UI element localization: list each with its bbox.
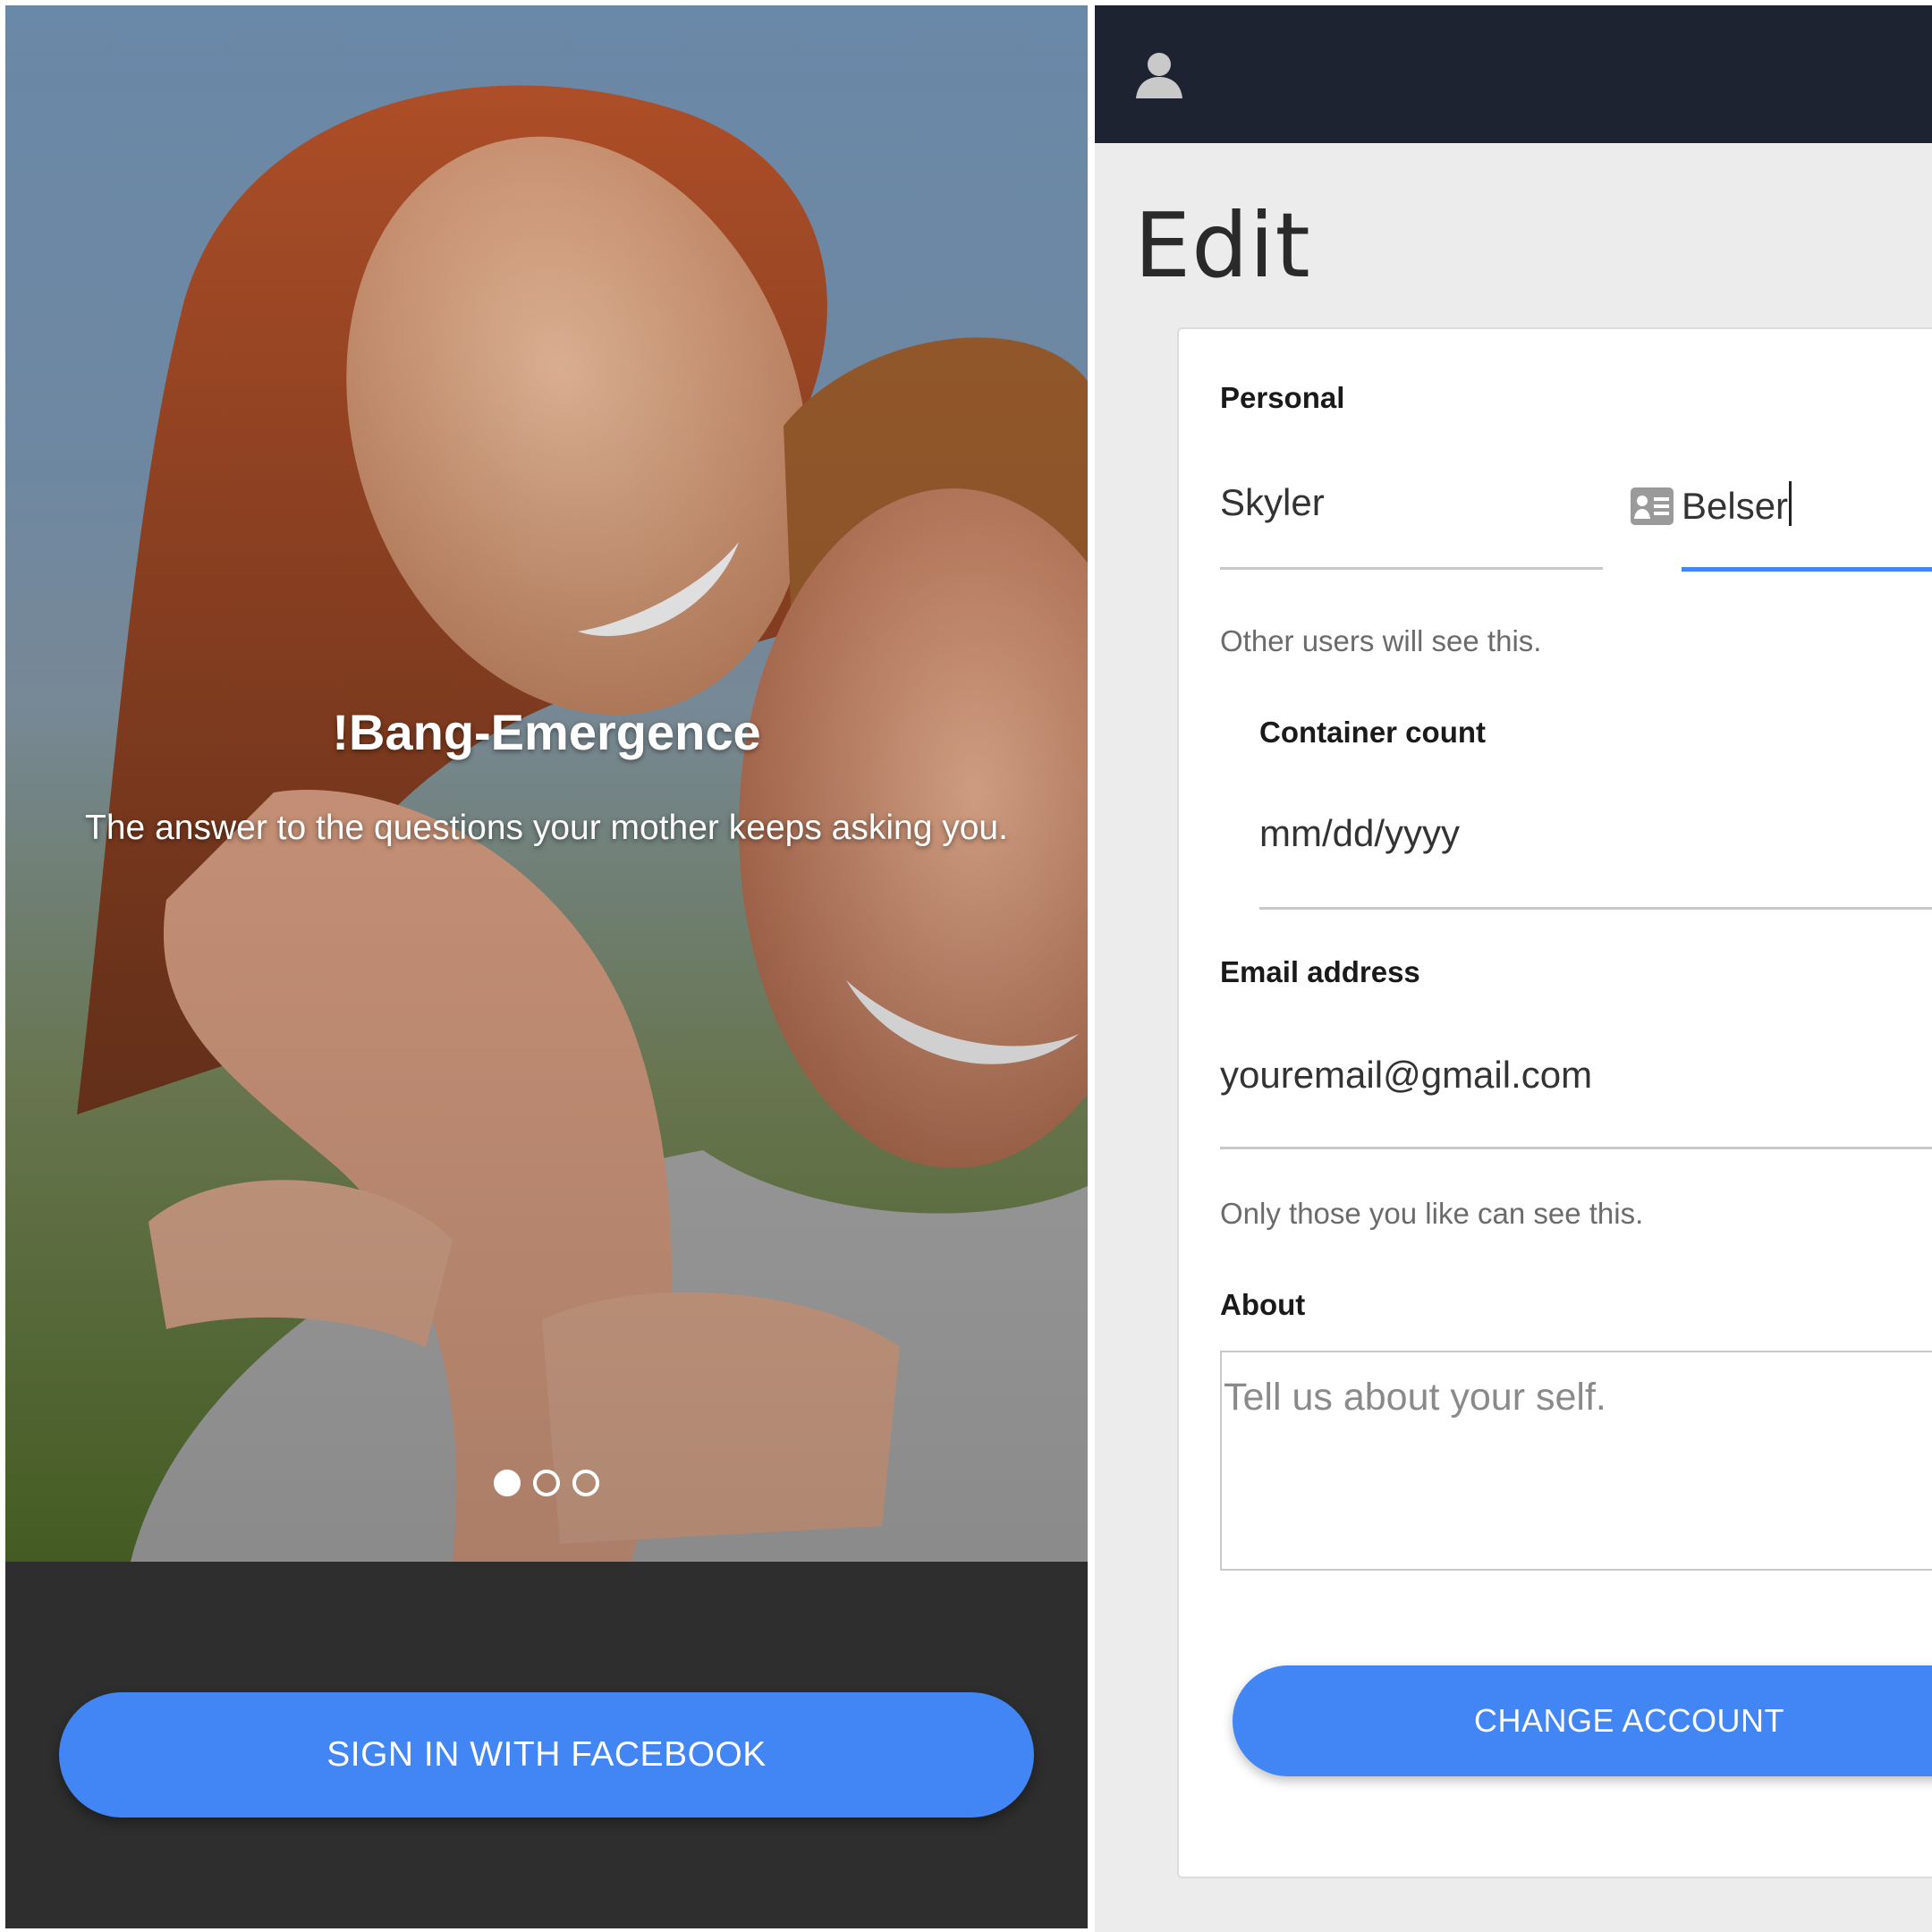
last-name-underline-focused [1682,567,1932,572]
change-account-button[interactable]: CHANGE ACCOUNT [1233,1665,1932,1776]
date-underline [1259,907,1932,910]
hero-photo [5,5,1088,1562]
first-name-field[interactable]: Skyler [1220,481,1325,524]
carousel-dot-2[interactable] [533,1470,560,1496]
last-name-value: Belser [1682,485,1789,527]
carousel-dot-3[interactable] [572,1470,599,1496]
onboarding-screen: !Bang-Emergence The answer to the questi… [5,5,1088,1928]
app-bar [1095,5,1932,143]
contact-card-icon[interactable] [1630,487,1674,530]
sign-in-facebook-button[interactable]: SIGN IN WITH FACEBOOK [59,1692,1034,1818]
email-field[interactable]: youremail@gmail.com [1220,1054,1592,1097]
carousel-indicator [5,1470,1088,1496]
personal-section-label: Personal [1220,381,1345,414]
date-input[interactable]: mm/dd/yyyy [1259,812,1460,855]
profile-form-card: Personal Skyler Belser Other users will … [1177,327,1932,1878]
edit-profile-screen: Edit Personal Skyler Belser Other users … [1095,5,1932,1932]
first-name-underline [1220,567,1603,570]
text-cursor [1789,481,1792,526]
about-label: About [1220,1288,1306,1321]
app-tagline: The answer to the questions your mother … [85,809,1008,847]
email-label: Email address [1220,955,1420,988]
page-title: Edit [1134,193,1311,298]
last-name-field[interactable]: Belser [1682,481,1792,528]
carousel-dot-1[interactable] [494,1470,521,1496]
email-underline [1220,1147,1932,1149]
about-textarea[interactable]: Tell us about your self. [1220,1351,1932,1571]
app-name-heading: !Bang-Emergence [332,704,761,760]
name-visibility-hint: Other users will see this. [1220,624,1542,657]
hero-carousel-slide[interactable]: !Bang-Emergence The answer to the questi… [5,5,1088,1562]
person-icon[interactable] [1134,50,1184,105]
email-visibility-hint: Only those you like can see this. [1220,1197,1644,1230]
about-placeholder: Tell us about your self. [1224,1376,1606,1419]
container-count-label: Container count [1259,716,1486,749]
